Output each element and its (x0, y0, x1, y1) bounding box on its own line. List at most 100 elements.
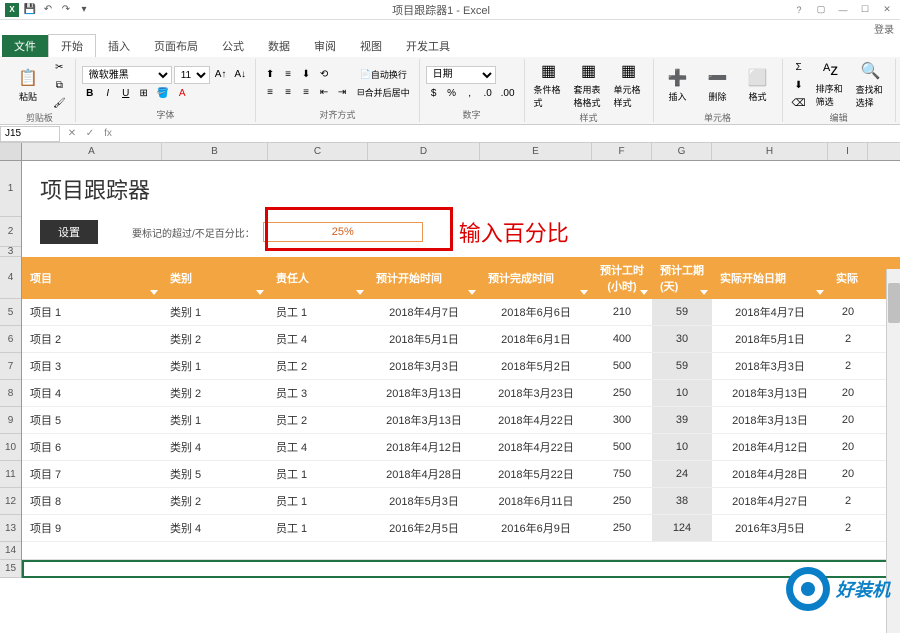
formula-input[interactable] (120, 126, 900, 142)
name-box[interactable]: J15 (0, 126, 60, 142)
col-header-g[interactable]: G (652, 143, 712, 160)
clear-icon[interactable]: ⌫ (789, 95, 809, 111)
cell-actual-end[interactable]: 2 (828, 353, 868, 379)
comma-icon[interactable]: , (462, 86, 478, 102)
italic-button[interactable]: I (100, 85, 116, 101)
cell-category[interactable]: 类别 1 (162, 299, 268, 325)
cell-project[interactable]: 项目 7 (22, 461, 162, 487)
row-header-3[interactable]: 3 (0, 247, 21, 257)
th-est-days[interactable]: 预计工期 (天) (652, 257, 712, 299)
cell-plan-end[interactable]: 2018年3月23日 (480, 380, 592, 406)
insert-cells-button[interactable]: ➕插入 (660, 59, 696, 111)
cell-est-days[interactable]: 10 (652, 380, 712, 406)
cell-project[interactable]: 项目 5 (22, 407, 162, 433)
th-category[interactable]: 类别 (162, 257, 268, 299)
cell-plan-start[interactable]: 2018年4月12日 (368, 434, 480, 460)
cell-est-days[interactable]: 59 (652, 353, 712, 379)
cell-owner[interactable]: 员工 2 (268, 353, 368, 379)
cells-grid[interactable]: 项目跟踪器 设置 要标记的超过/不足百分比： 25% 输入百分比 项目 类别 责… (22, 161, 900, 578)
cell-category[interactable]: 类别 4 (162, 515, 268, 541)
indent-decrease-icon[interactable]: ⇤ (316, 85, 332, 101)
cell-project[interactable]: 项目 2 (22, 326, 162, 352)
row-header-2[interactable]: 2 (0, 217, 21, 247)
tab-data[interactable]: 数据 (256, 35, 302, 57)
cell-owner[interactable]: 员工 1 (268, 461, 368, 487)
cell-project[interactable]: 项目 8 (22, 488, 162, 514)
tab-home[interactable]: 开始 (48, 34, 96, 57)
row-header-15[interactable]: 15 (0, 560, 21, 578)
indent-increase-icon[interactable]: ⇥ (334, 85, 350, 101)
cell-plan-end[interactable]: 2018年5月2日 (480, 353, 592, 379)
cell-est-hours[interactable]: 500 (592, 434, 652, 460)
table-row[interactable]: 项目 4 类别 2 员工 3 2018年3月13日 2018年3月23日 250… (22, 380, 900, 407)
cell-owner[interactable]: 员工 2 (268, 407, 368, 433)
table-row[interactable]: 项目 5 类别 1 员工 2 2018年3月13日 2018年4月22日 300… (22, 407, 900, 434)
close-icon[interactable]: ✕ (878, 3, 896, 17)
align-top-icon[interactable]: ⬆ (262, 67, 278, 83)
tab-pagelayout[interactable]: 页面布局 (142, 35, 210, 57)
table-row[interactable]: 项目 7 类别 5 员工 1 2018年4月28日 2018年5月22日 750… (22, 461, 900, 488)
cell-category[interactable]: 类别 2 (162, 326, 268, 352)
table-row[interactable]: 项目 9 类别 4 员工 1 2016年2月5日 2016年6月9日 250 1… (22, 515, 900, 542)
cell-owner[interactable]: 员工 4 (268, 326, 368, 352)
underline-button[interactable]: U (118, 85, 134, 101)
cell-actual-start[interactable]: 2018年4月7日 (712, 299, 828, 325)
fill-icon[interactable]: ⬇ (789, 77, 809, 93)
cell-actual-end[interactable]: 2 (828, 326, 868, 352)
autosum-icon[interactable]: Σ (789, 59, 809, 75)
cell-project[interactable]: 项目 9 (22, 515, 162, 541)
row-header-8[interactable]: 8 (0, 380, 21, 407)
help-icon[interactable]: ? (790, 3, 808, 17)
cell-plan-start[interactable]: 2018年4月28日 (368, 461, 480, 487)
cell-est-days[interactable]: 124 (652, 515, 712, 541)
cell-actual-end[interactable]: 2 (828, 515, 868, 541)
align-middle-icon[interactable]: ≡ (280, 67, 296, 83)
col-header-e[interactable]: E (480, 143, 592, 160)
align-center-icon[interactable]: ≡ (280, 85, 296, 101)
cut-icon[interactable]: ✂ (50, 59, 69, 75)
cell-actual-start[interactable]: 2018年5月1日 (712, 326, 828, 352)
row-header-12[interactable]: 12 (0, 488, 21, 515)
maximize-icon[interactable]: ☐ (856, 3, 874, 17)
font-name-select[interactable]: 微软雅黑 (82, 66, 172, 84)
wrap-text-button[interactable]: 📄自动换行 (354, 67, 413, 83)
cell-owner[interactable]: 员工 1 (268, 515, 368, 541)
copy-icon[interactable]: ⧉ (50, 77, 69, 93)
filter-dropdown-icon[interactable] (580, 290, 588, 295)
col-header-c[interactable]: C (268, 143, 368, 160)
cell-plan-end[interactable]: 2016年6月9日 (480, 515, 592, 541)
filter-dropdown-icon[interactable] (640, 290, 648, 295)
paste-button[interactable]: 📋粘贴 (10, 59, 46, 111)
bold-button[interactable]: B (82, 85, 98, 101)
cell-est-hours[interactable]: 250 (592, 488, 652, 514)
row-header-10[interactable]: 10 (0, 434, 21, 461)
cell-actual-start[interactable]: 2018年4月27日 (712, 488, 828, 514)
cell-actual-end[interactable]: 20 (828, 461, 868, 487)
tab-formulas[interactable]: 公式 (210, 35, 256, 57)
cell-owner[interactable]: 员工 3 (268, 380, 368, 406)
row-header-4[interactable]: 4 (0, 257, 21, 299)
table-row[interactable]: 项目 2 类别 2 员工 4 2018年5月1日 2018年6月1日 400 3… (22, 326, 900, 353)
row-header-14[interactable]: 14 (0, 542, 21, 560)
cell-est-days[interactable]: 38 (652, 488, 712, 514)
row-header-13[interactable]: 13 (0, 515, 21, 542)
cell-est-hours[interactable]: 250 (592, 380, 652, 406)
cell-category[interactable]: 类别 1 (162, 407, 268, 433)
redo-icon[interactable]: ↷ (58, 2, 74, 18)
cell-actual-end[interactable]: 2 (828, 488, 868, 514)
qat-dropdown-icon[interactable]: ▾ (76, 2, 92, 18)
cell-est-days[interactable]: 39 (652, 407, 712, 433)
format-cells-button[interactable]: ⬜格式 (740, 59, 776, 111)
th-plan-end[interactable]: 预计完成时间 (480, 257, 592, 299)
row-header-9[interactable]: 9 (0, 407, 21, 434)
cell-est-hours[interactable]: 500 (592, 353, 652, 379)
cell-est-hours[interactable]: 250 (592, 515, 652, 541)
cell-project[interactable]: 项目 6 (22, 434, 162, 460)
cancel-formula-icon[interactable]: ✕ (64, 126, 80, 142)
cell-plan-start[interactable]: 2018年5月3日 (368, 488, 480, 514)
cell-plan-end[interactable]: 2018年4月22日 (480, 434, 592, 460)
cell-category[interactable]: 类别 1 (162, 353, 268, 379)
fill-color-icon[interactable]: 🪣 (154, 85, 172, 101)
tab-file[interactable]: 文件 (2, 35, 48, 57)
col-header-f[interactable]: F (592, 143, 652, 160)
